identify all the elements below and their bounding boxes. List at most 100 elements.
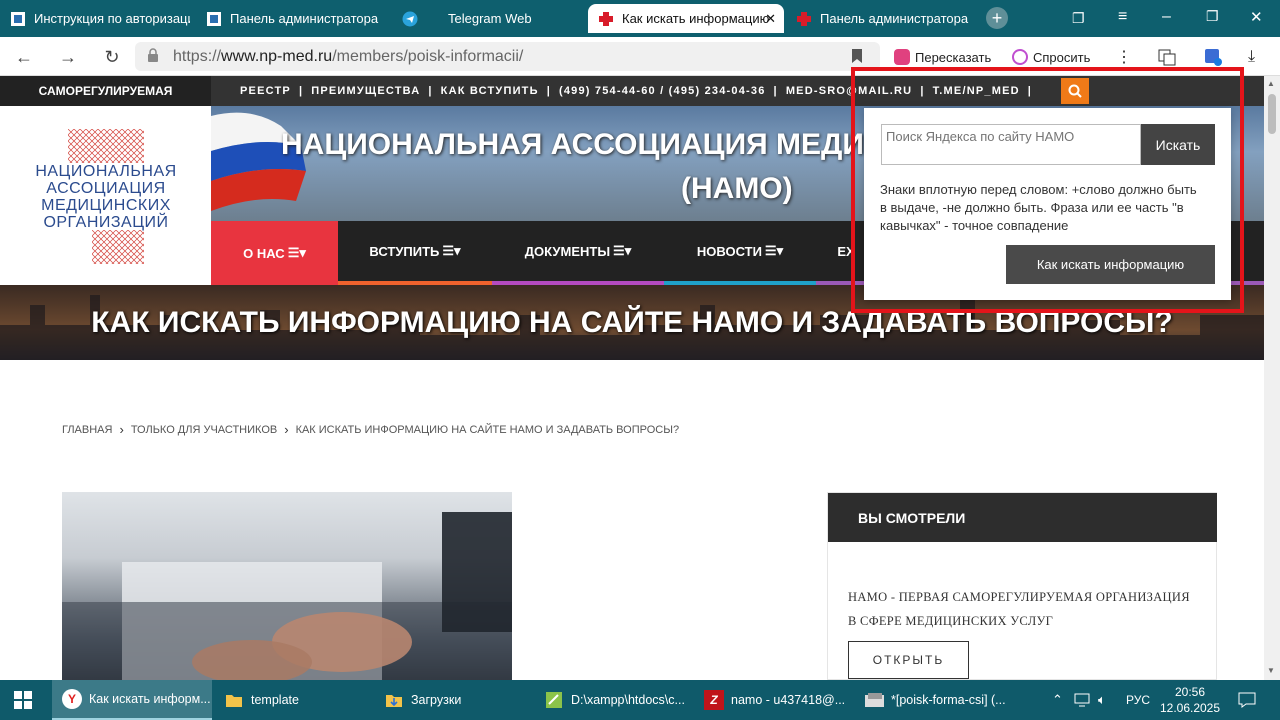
- more-icon[interactable]: ⋮: [1116, 46, 1132, 68]
- language-indicator[interactable]: РУС: [1126, 680, 1150, 720]
- nav-item-about[interactable]: О НАС ☰▾: [211, 221, 338, 285]
- scroll-up-icon[interactable]: ▲: [1267, 79, 1275, 88]
- ask-icon: [1012, 49, 1028, 65]
- taskbar: Y Как искать информ... template Загрузки…: [0, 680, 1280, 720]
- notifications-icon[interactable]: [1238, 680, 1256, 720]
- recently-viewed-widget: ВЫ СМОТРЕЛИ НАМО - ПЕРВАЯ САМОРЕГУЛИРУЕМ…: [827, 492, 1217, 680]
- logo-pattern-top: [68, 129, 144, 163]
- menu-caret-icon: ☰▾: [442, 243, 461, 258]
- translate-icon[interactable]: [1158, 46, 1176, 68]
- menu-caret-icon: ☰▾: [287, 245, 306, 260]
- chevron-right-icon: ›: [119, 422, 124, 437]
- taskbar-label: template: [251, 693, 299, 707]
- nav-item-news[interactable]: НОВОСТИ ☰▾: [664, 221, 816, 281]
- top-link-phones[interactable]: (499) 754-44-60 / (495) 234-04-36: [559, 85, 766, 97]
- download-icon[interactable]: ⤓: [1248, 46, 1255, 68]
- app-icon: [864, 690, 884, 710]
- restore-icon[interactable]: ❐: [1206, 8, 1219, 25]
- new-tab-button[interactable]: +: [986, 7, 1008, 29]
- menu-icon[interactable]: ≡: [1118, 8, 1127, 26]
- widget-article-title[interactable]: НАМО - ПЕРВАЯ САМОРЕГУЛИРУЕМАЯ ОРГАНИЗАЦ…: [848, 585, 1198, 633]
- chevron-right-icon: ›: [284, 422, 289, 437]
- taskbar-item-editor[interactable]: D:\xampp\htdocs\c...: [544, 680, 694, 720]
- close-window-icon[interactable]: ✕: [1250, 8, 1263, 26]
- breadcrumb-members[interactable]: ТОЛЬКО ДЛЯ УЧАСТНИКОВ: [131, 424, 277, 436]
- taskbar-item-browser[interactable]: Y Как искать информ...: [52, 680, 212, 720]
- nav-label: НОВОСТИ: [696, 243, 762, 259]
- taskbar-label: D:\xampp\htdocs\c...: [571, 693, 685, 707]
- menu-caret-icon: ☰▾: [613, 243, 632, 258]
- page-scrollbar[interactable]: ▲ ▼: [1264, 76, 1280, 680]
- tab-admin-panel-2[interactable]: Панель администратора: [796, 4, 971, 33]
- tab-admin-panel[interactable]: Панель администратора: [206, 4, 381, 33]
- taskbar-item-filezilla[interactable]: Z namo - u437418@...: [704, 680, 854, 720]
- top-link-registry[interactable]: РЕЕСТР: [240, 85, 291, 97]
- logo-line: ОРГАНИЗАЦИЙ: [43, 214, 169, 231]
- tray-chevron-up-icon[interactable]: ⌃: [1052, 680, 1063, 720]
- logo-text: НАЦИОНАЛЬНАЯ АССОЦИАЦИЯ МЕДИЦИНСКИХ ОРГА…: [18, 163, 194, 231]
- yandex-icon: Y: [62, 689, 82, 709]
- taskbar-item-template[interactable]: template: [224, 680, 374, 720]
- hero-title: НАЦИОНАЛЬНАЯ АССОЦИАЦИЯ МЕДИЦ: [281, 128, 886, 161]
- nav-item-join[interactable]: ВСТУПИТЬ ☰▾: [338, 221, 492, 281]
- ask-button[interactable]: Спросить: [1012, 46, 1090, 68]
- top-link-advantages[interactable]: ПРЕИМУЩЕСТВА: [311, 85, 420, 97]
- taskbar-label: *[poisk-forma-csi] (...: [891, 693, 1006, 707]
- sro-badge: САМОРЕГУЛИРУЕМАЯ: [0, 76, 211, 106]
- close-icon[interactable]: ✕: [765, 11, 776, 27]
- taskbar-label: Загрузки: [411, 693, 462, 707]
- nav-label: ВСТУПИТЬ: [369, 243, 440, 259]
- taskbar-label: Как искать информ...: [89, 692, 211, 706]
- widget-heading: ВЫ СМОТРЕЛИ: [828, 493, 1217, 542]
- logo-pattern-bottom: [92, 230, 144, 264]
- tab-telegram[interactable]: Telegram Web: [402, 4, 577, 33]
- tab-active-search[interactable]: Как искать информацию ✕: [588, 4, 784, 33]
- nav-item-documents[interactable]: ДОКУМЕНТЫ ☰▾: [492, 221, 664, 281]
- windows-icon: [14, 691, 32, 709]
- volume-icon[interactable]: 🔈︎: [1098, 680, 1106, 720]
- retell-button[interactable]: Пересказать: [894, 46, 991, 68]
- site-icon: [10, 11, 26, 27]
- taskbar-label: namo - u437418@...: [731, 693, 846, 707]
- red-cross-icon: [598, 11, 614, 27]
- bookmarks-icon[interactable]: ❐: [1072, 10, 1085, 27]
- browser-tab-bar: Инструкция по авторизации Панель админис…: [0, 0, 1280, 37]
- back-icon[interactable]: ←: [12, 45, 36, 69]
- nav-label: ДОКУМЕНТЫ: [524, 243, 611, 259]
- tab-label: Панель администратора: [230, 11, 379, 26]
- taskbar-item-downloads[interactable]: Загрузки: [384, 680, 534, 720]
- telegram-icon: [402, 11, 418, 27]
- network-icon[interactable]: [1074, 680, 1092, 720]
- extension-icon[interactable]: [1204, 46, 1222, 68]
- open-button[interactable]: ОТКРЫТЬ: [848, 641, 969, 679]
- folder-icon: [224, 690, 244, 710]
- minimize-icon[interactable]: –: [1162, 8, 1171, 26]
- forward-icon[interactable]: →: [56, 45, 80, 69]
- reload-icon[interactable]: ↻: [100, 45, 124, 69]
- start-button[interactable]: [14, 680, 32, 720]
- article-image: [62, 492, 512, 680]
- editor-icon: [544, 690, 564, 710]
- clock-date: 12.06.2025: [1159, 701, 1221, 715]
- tab-label: Инструкция по авторизации: [34, 11, 190, 26]
- tab-label: Панель администратора: [820, 11, 969, 26]
- logo-line: АССОЦИАЦИЯ: [46, 180, 166, 197]
- scroll-down-icon[interactable]: ▼: [1267, 666, 1275, 675]
- menu-caret-icon: ☰▾: [764, 243, 784, 258]
- tab-label: Как искать информацию: [622, 11, 770, 26]
- tab-instruction[interactable]: Инструкция по авторизации: [10, 4, 190, 33]
- url-field[interactable]: https://www.np-med.ru/members/poisk-info…: [135, 42, 880, 71]
- bookmark-icon[interactable]: [851, 48, 863, 69]
- downloads-icon: [384, 690, 404, 710]
- top-link-join[interactable]: КАК ВСТУПИТЬ: [441, 85, 539, 97]
- russian-flag: [211, 112, 306, 211]
- system-clock[interactable]: 20:56 12.06.2025: [1150, 684, 1230, 716]
- highlight-box: [851, 67, 1244, 313]
- taskbar-item-app[interactable]: *[poisk-forma-csi] (...: [864, 680, 1014, 720]
- ask-label: Спросить: [1033, 49, 1091, 65]
- site-icon: [206, 11, 222, 27]
- laptop-photo: [62, 512, 512, 680]
- breadcrumb-home[interactable]: ГЛАВНАЯ: [62, 424, 112, 436]
- scrollbar-thumb[interactable]: [1268, 94, 1276, 134]
- site-logo[interactable]: НАЦИОНАЛЬНАЯ АССОЦИАЦИЯ МЕДИЦИНСКИХ ОРГА…: [0, 106, 211, 286]
